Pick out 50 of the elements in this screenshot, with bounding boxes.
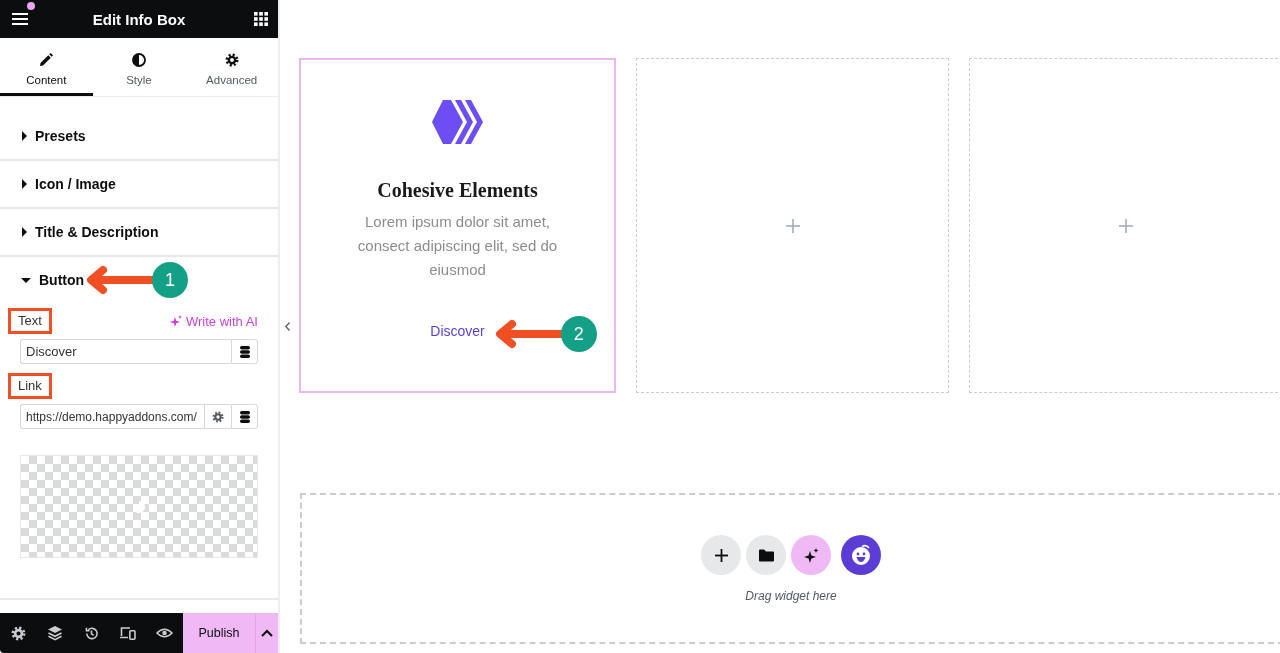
panel-title: Edit Info Box (92, 10, 186, 28)
pencil-icon (39, 53, 54, 67)
link-input[interactable]: https://demo.happyaddons.com/ (20, 404, 204, 429)
section-toggle[interactable]: Presets (21, 128, 86, 144)
chevron-left-icon (284, 322, 290, 331)
link-options-button[interactable] (204, 404, 231, 429)
history-icon (84, 625, 99, 641)
step-badge: 2 (560, 316, 597, 352)
step-badge: 1 (152, 262, 189, 298)
ai-button[interactable] (791, 535, 831, 575)
dynamic-tags-button[interactable] (231, 339, 258, 364)
tab[interactable]: Advanced (185, 38, 278, 96)
text-input[interactable]: Discover (20, 339, 231, 364)
database-icon (239, 345, 250, 358)
eye-icon (156, 627, 174, 639)
card-description: Lorem ipsum dolor sit amet, consect adipiscing elit, sed do eiusmod (356, 212, 559, 280)
menu-icon (12, 13, 28, 25)
grid-icon (254, 12, 268, 26)
contrast-icon (132, 53, 146, 67)
discover-link[interactable]: Discover (430, 322, 485, 340)
card-title: Cohesive Elements (377, 178, 538, 202)
dynamic-tags-button[interactable] (231, 404, 258, 429)
folder-icon (758, 548, 774, 562)
section-toggle[interactable]: Button (21, 272, 85, 288)
chevron-logo-icon (432, 100, 483, 144)
chevron-up-icon (261, 629, 273, 637)
publish-options-button[interactable] (255, 613, 278, 653)
field-label: Text (8, 308, 52, 334)
database-icon (239, 410, 250, 423)
add-section-button[interactable] (701, 535, 741, 575)
smiley-icon (850, 544, 872, 566)
gear-icon (212, 410, 224, 423)
section-toggle[interactable]: Icon / Image (21, 176, 116, 192)
section-toggle[interactable]: Title & Description (21, 224, 159, 240)
write-with-ai-link[interactable]: Write with AI (170, 313, 258, 329)
field-label: Link (8, 373, 52, 399)
template-library-button[interactable] (746, 535, 786, 575)
drop-hint: Drag widget here (745, 589, 837, 603)
plus-icon (714, 548, 728, 562)
layers-icon (46, 625, 63, 641)
devices-icon (120, 626, 137, 640)
publish-button[interactable]: Publish (183, 613, 255, 653)
info-box-card[interactable]: Cohesive Elements Lorem ipsum dolor sit amet, consect adipiscing elit, sed do eiusmod Discover 2 (299, 58, 616, 393)
gear-icon (224, 53, 239, 67)
gear-icon (10, 625, 26, 641)
addons-button[interactable] (841, 535, 881, 575)
sparkle-icon (803, 547, 819, 563)
tab[interactable]: Content (0, 38, 93, 96)
tab[interactable]: Style (92, 38, 186, 96)
sparkle-icon (170, 315, 182, 327)
